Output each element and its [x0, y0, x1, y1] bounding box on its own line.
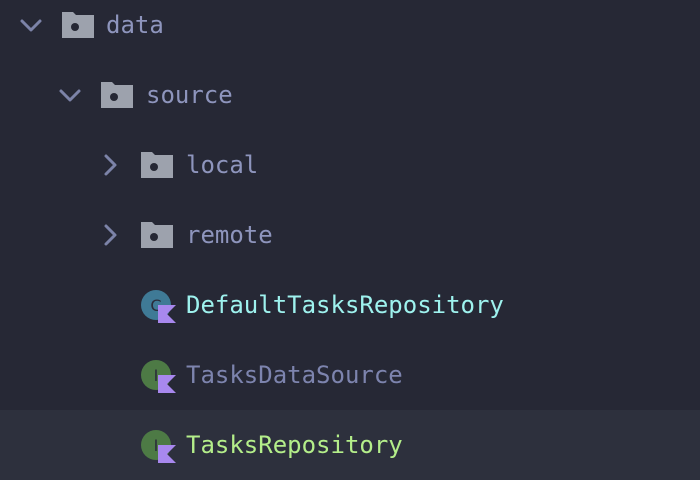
- folder-icon: [140, 221, 174, 251]
- folder-icon: [100, 81, 134, 111]
- tree-item-remote[interactable]: remote: [0, 200, 700, 270]
- project-tree: data source local remote C DefaultTasksR…: [0, 0, 700, 480]
- folder-icon: [61, 11, 95, 41]
- kotlin-class-icon: C: [140, 289, 176, 323]
- tree-item-label: TasksDataSource: [186, 361, 403, 389]
- tree-item-tasks-data-source[interactable]: I TasksDataSource: [0, 340, 700, 410]
- tree-item-label: remote: [186, 221, 273, 249]
- tree-item-tasks-repository[interactable]: I TasksRepository: [0, 410, 700, 480]
- tree-item-local[interactable]: local: [0, 130, 700, 200]
- tree-item-label: DefaultTasksRepository: [186, 291, 504, 319]
- chevron-right-icon[interactable]: [97, 152, 123, 178]
- tree-item-label: TasksRepository: [186, 431, 403, 459]
- kotlin-interface-icon: I: [140, 429, 176, 463]
- tree-item-label: data: [106, 11, 164, 39]
- chevron-right-icon[interactable]: [97, 222, 123, 248]
- folder-icon: [140, 151, 174, 181]
- tree-item-data[interactable]: data: [0, 0, 700, 60]
- chevron-down-icon[interactable]: [57, 82, 83, 108]
- tree-item-label: source: [146, 81, 233, 109]
- tree-item-source[interactable]: source: [0, 60, 700, 130]
- tree-item-label: local: [186, 151, 259, 179]
- kotlin-interface-icon: I: [140, 359, 176, 393]
- tree-item-default-tasks-repository[interactable]: C DefaultTasksRepository: [0, 270, 700, 340]
- interface-badge-letter: I: [154, 436, 159, 455]
- chevron-down-icon[interactable]: [18, 12, 44, 38]
- interface-badge-letter: I: [154, 366, 159, 385]
